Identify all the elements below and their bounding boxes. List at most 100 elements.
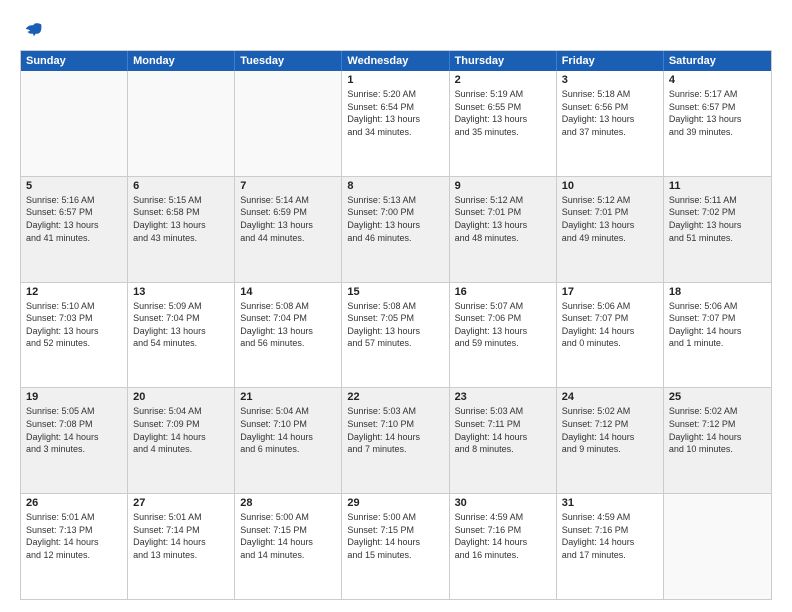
calendar-cell (235, 71, 342, 176)
cell-info: Daylight: 14 hours (133, 431, 229, 444)
cell-info: Daylight: 14 hours (455, 431, 551, 444)
calendar-cell: 3Sunrise: 5:18 AMSunset: 6:56 PMDaylight… (557, 71, 664, 176)
calendar-row: 12Sunrise: 5:10 AMSunset: 7:03 PMDayligh… (21, 282, 771, 388)
day-number: 24 (562, 391, 658, 403)
cell-info: Sunrise: 5:18 AM (562, 88, 658, 101)
cell-info: and 48 minutes. (455, 232, 551, 245)
day-number: 10 (562, 180, 658, 192)
cell-info: and 59 minutes. (455, 337, 551, 350)
cell-info: Daylight: 13 hours (562, 113, 658, 126)
calendar-header: SundayMondayTuesdayWednesdayThursdayFrid… (21, 51, 771, 71)
calendar-cell: 11Sunrise: 5:11 AMSunset: 7:02 PMDayligh… (664, 177, 771, 282)
calendar-cell: 18Sunrise: 5:06 AMSunset: 7:07 PMDayligh… (664, 283, 771, 388)
cell-info: Sunrise: 5:04 AM (133, 405, 229, 418)
cell-info: Daylight: 14 hours (562, 431, 658, 444)
cell-info: and 41 minutes. (26, 232, 122, 245)
day-number: 16 (455, 286, 551, 298)
cell-info: Sunset: 7:10 PM (240, 418, 336, 431)
cell-info: Daylight: 14 hours (240, 431, 336, 444)
cell-info: Sunrise: 5:01 AM (133, 511, 229, 524)
cell-info: Sunset: 7:12 PM (669, 418, 766, 431)
cell-info: Sunrise: 5:02 AM (562, 405, 658, 418)
day-number: 6 (133, 180, 229, 192)
cell-info: Sunrise: 5:12 AM (455, 194, 551, 207)
day-number: 29 (347, 497, 443, 509)
day-number: 23 (455, 391, 551, 403)
cell-info: Sunset: 7:14 PM (133, 524, 229, 537)
cell-info: Daylight: 13 hours (669, 113, 766, 126)
cell-info: Sunset: 7:01 PM (562, 206, 658, 219)
cell-info: Sunrise: 5:09 AM (133, 300, 229, 313)
cell-info: and 8 minutes. (455, 443, 551, 456)
cell-info: Daylight: 13 hours (347, 325, 443, 338)
cell-info: Sunrise: 5:08 AM (347, 300, 443, 313)
cell-info: Sunrise: 5:03 AM (455, 405, 551, 418)
day-number: 21 (240, 391, 336, 403)
cell-info: Sunset: 6:57 PM (26, 206, 122, 219)
calendar-cell: 1Sunrise: 5:20 AMSunset: 6:54 PMDaylight… (342, 71, 449, 176)
day-number: 31 (562, 497, 658, 509)
cell-info: Daylight: 13 hours (455, 113, 551, 126)
cell-info: Sunset: 7:15 PM (240, 524, 336, 537)
calendar-cell: 21 Sunrise: 5:04 AMSunset: 7:10 PMDayligh… (235, 388, 342, 493)
day-number: 14 (240, 286, 336, 298)
calendar-cell: 9Sunrise: 5:12 AMSunset: 7:01 PMDaylight… (450, 177, 557, 282)
cell-info: Sunset: 6:58 PM (133, 206, 229, 219)
cell-info: Sunrise: 5:20 AM (347, 88, 443, 101)
cell-info: Daylight: 13 hours (347, 219, 443, 232)
cell-info: and 57 minutes. (347, 337, 443, 350)
day-number: 18 (669, 286, 766, 298)
cell-info: and 9 minutes. (562, 443, 658, 456)
day-number: 2 (455, 74, 551, 86)
calendar: SundayMondayTuesdayWednesdayThursdayFrid… (20, 50, 772, 600)
day-number: 4 (669, 74, 766, 86)
cell-info: Sunset: 7:07 PM (562, 312, 658, 325)
cell-info: Sunrise: 5:02 AM (669, 405, 766, 418)
cell-info: Sunset: 7:04 PM (240, 312, 336, 325)
calendar-cell: 24Sunrise: 5:02 AMSunset: 7:12 PMDayligh… (557, 388, 664, 493)
calendar-cell: 22Sunrise: 5:03 AMSunset: 7:10 PMDayligh… (342, 388, 449, 493)
cell-info: Sunrise: 5:16 AM (26, 194, 122, 207)
cell-info: Sunset: 7:06 PM (455, 312, 551, 325)
cell-info: and 37 minutes. (562, 126, 658, 139)
cell-info: and 12 minutes. (26, 549, 122, 562)
cell-info: and 16 minutes. (455, 549, 551, 562)
cell-info: Sunset: 7:08 PM (26, 418, 122, 431)
cell-info: and 0 minutes. (562, 337, 658, 350)
weekday-header: Wednesday (342, 51, 449, 71)
cell-info: Sunset: 6:59 PM (240, 206, 336, 219)
cell-info: and 14 minutes. (240, 549, 336, 562)
cell-info: Daylight: 13 hours (26, 325, 122, 338)
cell-info: and 13 minutes. (133, 549, 229, 562)
calendar-row: 19Sunrise: 5:05 AMSunset: 7:08 PMDayligh… (21, 387, 771, 493)
cell-info: Sunrise: 5:17 AM (669, 88, 766, 101)
cell-info: and 43 minutes. (133, 232, 229, 245)
cell-info: and 56 minutes. (240, 337, 336, 350)
cell-info: Sunrise: 5:04 AM (240, 405, 336, 418)
page: SundayMondayTuesdayWednesdayThursdayFrid… (0, 0, 792, 612)
cell-info: Sunrise: 5:06 AM (669, 300, 766, 313)
cell-info: Sunrise: 4:59 AM (455, 511, 551, 524)
cell-info: Daylight: 14 hours (26, 536, 122, 549)
day-number: 20 (133, 391, 229, 403)
logo (20, 18, 44, 40)
calendar-cell (664, 494, 771, 599)
cell-info: Sunrise: 5:12 AM (562, 194, 658, 207)
cell-info: and 15 minutes. (347, 549, 443, 562)
cell-info: and 6 minutes. (240, 443, 336, 456)
cell-info: Sunset: 7:07 PM (669, 312, 766, 325)
cell-info: Sunrise: 5:19 AM (455, 88, 551, 101)
cell-info: and 54 minutes. (133, 337, 229, 350)
cell-info: and 39 minutes. (669, 126, 766, 139)
day-number: 1 (347, 74, 443, 86)
day-number: 25 (669, 391, 766, 403)
cell-info: Daylight: 13 hours (669, 219, 766, 232)
weekday-header: Monday (128, 51, 235, 71)
calendar-cell: 30Sunrise: 4:59 AMSunset: 7:16 PMDayligh… (450, 494, 557, 599)
cell-info: and 4 minutes. (133, 443, 229, 456)
cell-info: and 44 minutes. (240, 232, 336, 245)
day-number: 5 (26, 180, 122, 192)
weekday-header: Friday (557, 51, 664, 71)
cell-info: Daylight: 13 hours (455, 325, 551, 338)
cell-info: Daylight: 14 hours (240, 536, 336, 549)
